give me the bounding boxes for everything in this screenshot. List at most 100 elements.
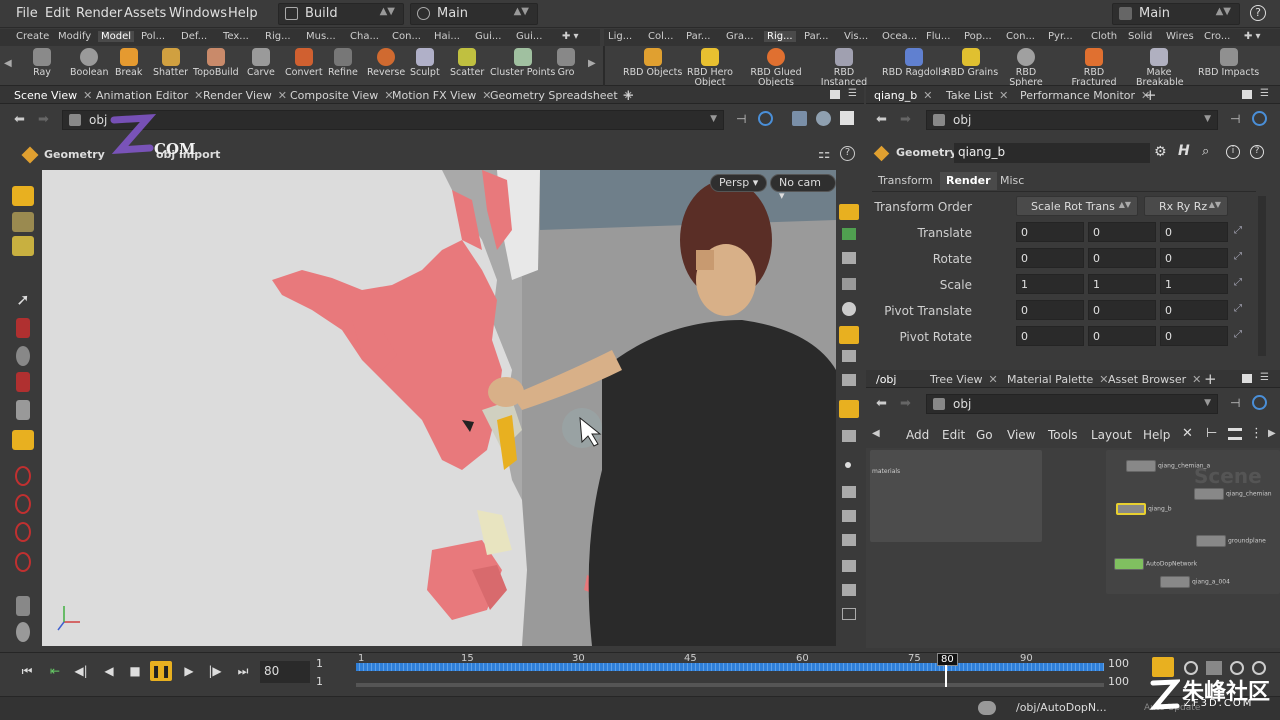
help-icon[interactable]: ?: [1250, 5, 1266, 21]
back-arrow-icon[interactable]: ⬅: [14, 112, 25, 127]
shelf-tabs-menu-icon[interactable]: ✚ ▾: [562, 31, 579, 42]
timeline-track[interactable]: [356, 663, 1104, 671]
tool-make-breakable[interactable]: Make Breakable: [1136, 48, 1184, 88]
tab-qiang-b[interactable]: qiang_b ✕: [874, 89, 932, 102]
rot-order-dropdown[interactable]: Rx Ry Rz ▲▼: [1144, 196, 1228, 216]
light-icon[interactable]: [839, 326, 859, 344]
channel-icon[interactable]: ⤢: [1234, 277, 1242, 288]
network-canvas[interactable]: materials Scene qiang_chemian_a qiang_ch…: [866, 448, 1280, 648]
persp-button[interactable]: Persp ▾: [710, 174, 768, 192]
add-tab-icon[interactable]: +: [1144, 86, 1157, 104]
tool-rbd-glued[interactable]: RBD Glued Objects: [748, 48, 804, 88]
range-end2-label[interactable]: 100: [1108, 675, 1129, 688]
ghost-icon[interactable]: [842, 228, 856, 240]
channel-icon[interactable]: ⤢: [1234, 303, 1242, 314]
network-path-field[interactable]: obj ▼: [926, 394, 1218, 414]
pause-icon[interactable]: ❚❚: [150, 661, 172, 681]
shelf-tab[interactable]: Wires: [1166, 31, 1194, 42]
snap-toggle-icon[interactable]: [839, 400, 859, 418]
tool-rbd-grains[interactable]: RBD Grains: [944, 48, 998, 78]
camera-view-icon[interactable]: [840, 111, 854, 125]
tab-render-view[interactable]: Render View ✕: [203, 89, 287, 102]
step-back-icon[interactable]: ◀|: [70, 661, 92, 681]
shelf-tab[interactable]: Cloth: [1091, 31, 1117, 42]
step-forward-icon[interactable]: |▶: [204, 661, 226, 681]
shelf-tab[interactable]: Lig...: [608, 31, 632, 42]
pin-icon[interactable]: ⊣: [1230, 396, 1240, 410]
network-menu-help[interactable]: Help: [1143, 428, 1170, 442]
current-frame-field[interactable]: 80: [260, 661, 310, 683]
network-menu-tools[interactable]: Tools: [1048, 428, 1078, 442]
tab-scene-view[interactable]: Scene View ✕: [14, 89, 92, 102]
desktop-dropdown[interactable]: Build ▲▼: [278, 3, 404, 25]
magnet-icon[interactable]: [15, 522, 31, 542]
realtime-icon[interactable]: [1184, 661, 1198, 675]
param-value[interactable]: 1: [1088, 274, 1156, 294]
handle-icon[interactable]: [16, 318, 30, 338]
param-value[interactable]: 0: [1016, 222, 1084, 242]
shelf-tab-active[interactable]: Model: [98, 31, 135, 42]
loop-icon[interactable]: [1206, 661, 1222, 675]
gear-icon[interactable]: ⚙: [1154, 144, 1167, 160]
maximize-icon[interactable]: [830, 90, 840, 99]
tab-take-list[interactable]: Take List ✕: [946, 89, 1008, 102]
pin-icon[interactable]: ⊣: [736, 112, 746, 126]
tool-topobuild[interactable]: TopoBuild: [193, 48, 239, 78]
cube-icon[interactable]: [792, 111, 807, 126]
help-icon[interactable]: ?: [840, 146, 855, 161]
list-icon[interactable]: [1228, 428, 1242, 440]
forward-arrow-icon[interactable]: ➡: [900, 396, 911, 411]
dot-icon[interactable]: [845, 462, 851, 468]
shelf-tab[interactable]: Par...: [804, 31, 828, 42]
param-value[interactable]: 0: [1160, 300, 1228, 320]
tab-animation-editor[interactable]: Animation Editor ✕: [96, 89, 203, 102]
view-tool-icon[interactable]: [16, 346, 30, 366]
param-path-field[interactable]: obj ▼: [926, 110, 1218, 130]
chat-icon[interactable]: [978, 701, 996, 715]
tool-rbd-hero[interactable]: RBD Hero Object: [685, 48, 735, 88]
network-menu-scroll-right[interactable]: ▶: [1268, 428, 1276, 439]
main-right-dropdown[interactable]: Main ▲▼: [1112, 3, 1240, 25]
node-qiang-chemian[interactable]: qiang_chemian: [1194, 488, 1272, 500]
tab-render[interactable]: Render: [940, 172, 997, 190]
maximize-icon[interactable]: [1242, 90, 1252, 99]
forward-arrow-icon[interactable]: ➡: [900, 112, 911, 127]
shelf-tab-active[interactable]: Rig...: [764, 31, 796, 42]
menu-windows[interactable]: Windows: [169, 6, 227, 21]
shelf-tab[interactable]: Pop...: [964, 31, 992, 42]
range-end-label[interactable]: 100: [1108, 657, 1129, 670]
left-path-field[interactable]: obj ▼: [62, 110, 724, 130]
menu-assets[interactable]: Assets: [124, 6, 166, 21]
param-value[interactable]: 0: [1160, 222, 1228, 242]
range-start-label[interactable]: 1: [316, 657, 323, 670]
shelf-tabs-menu-icon[interactable]: ✚ ▾: [1244, 31, 1261, 42]
viewport-options-icon[interactable]: ⚏: [818, 146, 831, 162]
tool-convert[interactable]: Convert: [285, 48, 323, 78]
shelf-tab[interactable]: Par...: [686, 31, 710, 42]
camera-button[interactable]: No cam ▾: [770, 174, 836, 202]
edit-icon[interactable]: [842, 486, 856, 498]
magnet-icon[interactable]: [15, 552, 31, 572]
lock-icon[interactable]: [842, 252, 856, 264]
channel-icon[interactable]: ⤢: [1234, 329, 1242, 340]
menu-edit[interactable]: Edit: [45, 6, 70, 21]
param-value[interactable]: 1: [1160, 274, 1228, 294]
shelf-tab[interactable]: Pol...: [141, 31, 165, 42]
node-qiang-b[interactable]: qiang_b: [1116, 503, 1172, 515]
tab-geometry-spreadsheet[interactable]: Geometry Spreadsheet ✕: [490, 89, 633, 102]
tool-scatter[interactable]: Scatter: [450, 48, 484, 78]
play-reverse-icon[interactable]: ◀: [98, 661, 120, 681]
node-autodopnetwork[interactable]: AutoDopNetwork: [1114, 558, 1197, 570]
search-icon[interactable]: ⌕: [1202, 144, 1209, 159]
param-value[interactable]: 0: [1160, 326, 1228, 346]
tab-misc[interactable]: Misc: [994, 172, 1030, 190]
shelf-tab[interactable]: Solid: [1128, 31, 1152, 42]
pane-menu-icon[interactable]: ☰: [1260, 88, 1269, 99]
param-value[interactable]: 0: [1088, 222, 1156, 242]
brush-icon[interactable]: [842, 510, 856, 522]
network-menu-add[interactable]: Add: [906, 428, 929, 442]
tab-transform[interactable]: Transform: [872, 172, 939, 190]
node-qiang-a-004[interactable]: qiang_a_004: [1160, 576, 1230, 588]
pane-menu-icon[interactable]: ☰: [1260, 372, 1269, 383]
tool-reverse[interactable]: Reverse: [367, 48, 405, 78]
